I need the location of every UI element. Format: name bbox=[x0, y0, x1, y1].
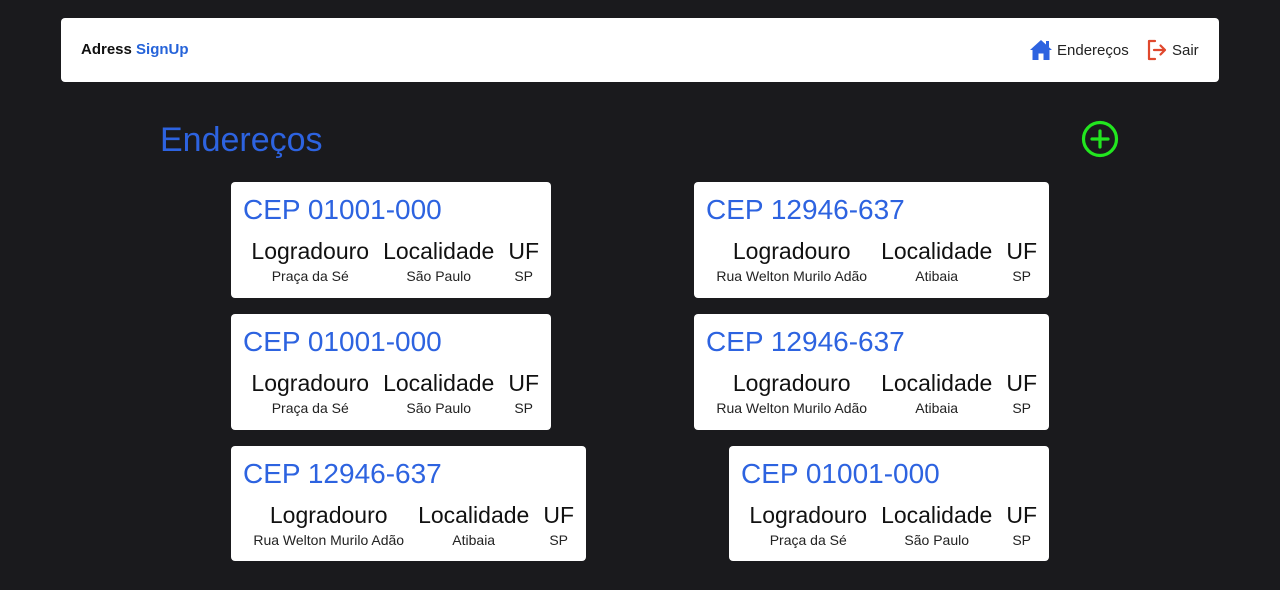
localidade-heading: Localidade bbox=[881, 238, 993, 264]
cep-title: CEP 01001-000 bbox=[741, 458, 940, 489]
nav-enderecos-label: Endereços bbox=[1057, 41, 1129, 59]
logradouro-heading: Logradouro bbox=[732, 238, 851, 264]
address-card[interactable]: CEP 01001-000 Logradouro Praça da Sé Loc… bbox=[231, 314, 551, 430]
uf-value: SP bbox=[1012, 532, 1031, 548]
uf-value: SP bbox=[549, 532, 568, 548]
localidade-value: Atibaia bbox=[915, 400, 959, 416]
uf-column: UF SP bbox=[1006, 237, 1037, 285]
address-card[interactable]: CEP 01001-000 Logradouro Praça da Sé Loc… bbox=[729, 446, 1049, 561]
logradouro-heading: Logradouro bbox=[732, 370, 851, 396]
logradouro-value: Praça da Sé bbox=[271, 400, 349, 416]
logradouro-value: Praça da Sé bbox=[271, 268, 349, 284]
brand-logo[interactable]: Adress SignUp bbox=[81, 40, 189, 60]
uf-column: UF SP bbox=[543, 501, 574, 549]
localidade-heading: Localidade bbox=[881, 370, 993, 396]
uf-heading: UF bbox=[508, 238, 539, 264]
uf-heading: UF bbox=[543, 502, 574, 528]
sign-out-icon bbox=[1147, 39, 1167, 61]
cep-title: CEP 12946-637 bbox=[706, 326, 905, 357]
uf-column: UF SP bbox=[1006, 501, 1037, 549]
uf-value: SP bbox=[514, 400, 533, 416]
localidade-heading: Localidade bbox=[383, 238, 495, 264]
logradouro-column: Logradouro Rua Welton Murilo Adão bbox=[716, 237, 867, 285]
logradouro-column: Logradouro Rua Welton Murilo Adão bbox=[253, 501, 404, 549]
page-title: Endereços bbox=[160, 121, 323, 159]
nav-enderecos-link[interactable]: Endereços bbox=[1029, 38, 1129, 62]
add-address-button[interactable] bbox=[1080, 119, 1120, 159]
address-card[interactable]: CEP 12946-637 Logradouro Rua Welton Muri… bbox=[694, 182, 1049, 298]
localidade-value: São Paulo bbox=[406, 400, 471, 416]
logradouro-column: Logradouro Rua Welton Murilo Adão bbox=[716, 369, 867, 417]
plus-circle-icon bbox=[1081, 120, 1119, 158]
address-card[interactable]: CEP 12946-637 Logradouro Rua Welton Muri… bbox=[694, 314, 1049, 430]
cep-title: CEP 01001-000 bbox=[243, 326, 442, 357]
cep-title: CEP 12946-637 bbox=[243, 458, 442, 489]
nav-sair-link[interactable]: Sair bbox=[1146, 38, 1199, 62]
uf-column: UF SP bbox=[1006, 369, 1037, 417]
uf-heading: UF bbox=[508, 370, 539, 396]
localidade-column: Localidade Atibaia bbox=[418, 501, 529, 549]
localidade-value: São Paulo bbox=[406, 268, 471, 284]
logradouro-column: Logradouro Praça da Sé bbox=[749, 501, 867, 549]
uf-heading: UF bbox=[1006, 502, 1037, 528]
localidade-heading: Localidade bbox=[881, 502, 993, 528]
localidade-column: Localidade Atibaia bbox=[881, 369, 992, 417]
uf-value: SP bbox=[514, 268, 533, 284]
localidade-column: Localidade São Paulo bbox=[383, 237, 494, 285]
cep-title: CEP 12946-637 bbox=[706, 194, 905, 225]
nav-sair-label: Sair bbox=[1172, 41, 1199, 59]
uf-column: UF SP bbox=[508, 369, 539, 417]
address-card[interactable]: CEP 12946-637 Logradouro Rua Welton Muri… bbox=[231, 446, 586, 561]
localidade-heading: Localidade bbox=[418, 502, 530, 528]
navbar: Adress SignUp Endereços Sair bbox=[61, 18, 1219, 82]
localidade-column: Localidade São Paulo bbox=[881, 501, 992, 549]
address-card[interactable]: CEP 01001-000 Logradouro Praça da Sé Loc… bbox=[231, 182, 551, 298]
logradouro-value: Rua Welton Murilo Adão bbox=[716, 268, 868, 284]
cep-title: CEP 01001-000 bbox=[243, 194, 442, 225]
localidade-value: Atibaia bbox=[915, 268, 959, 284]
uf-value: SP bbox=[1012, 268, 1031, 284]
logradouro-value: Rua Welton Murilo Adão bbox=[716, 400, 868, 416]
uf-heading: UF bbox=[1006, 238, 1037, 264]
logradouro-heading: Logradouro bbox=[251, 370, 370, 396]
logradouro-column: Logradouro Praça da Sé bbox=[251, 237, 369, 285]
logradouro-heading: Logradouro bbox=[269, 502, 388, 528]
logradouro-column: Logradouro Praça da Sé bbox=[251, 369, 369, 417]
uf-column: UF SP bbox=[508, 237, 539, 285]
logradouro-heading: Logradouro bbox=[749, 502, 868, 528]
logradouro-value: Rua Welton Murilo Adão bbox=[253, 532, 405, 548]
localidade-value: Atibaia bbox=[452, 532, 496, 548]
localidade-heading: Localidade bbox=[383, 370, 495, 396]
localidade-value: São Paulo bbox=[904, 532, 969, 548]
home-icon bbox=[1030, 40, 1052, 60]
logradouro-heading: Logradouro bbox=[251, 238, 370, 264]
localidade-column: Localidade São Paulo bbox=[383, 369, 494, 417]
brand-text: Adress bbox=[81, 41, 137, 58]
uf-value: SP bbox=[1012, 400, 1031, 416]
logradouro-value: Praça da Sé bbox=[769, 532, 847, 548]
brand-accent-text: SignUp bbox=[136, 41, 189, 58]
localidade-column: Localidade Atibaia bbox=[881, 237, 992, 285]
uf-heading: UF bbox=[1006, 370, 1037, 396]
